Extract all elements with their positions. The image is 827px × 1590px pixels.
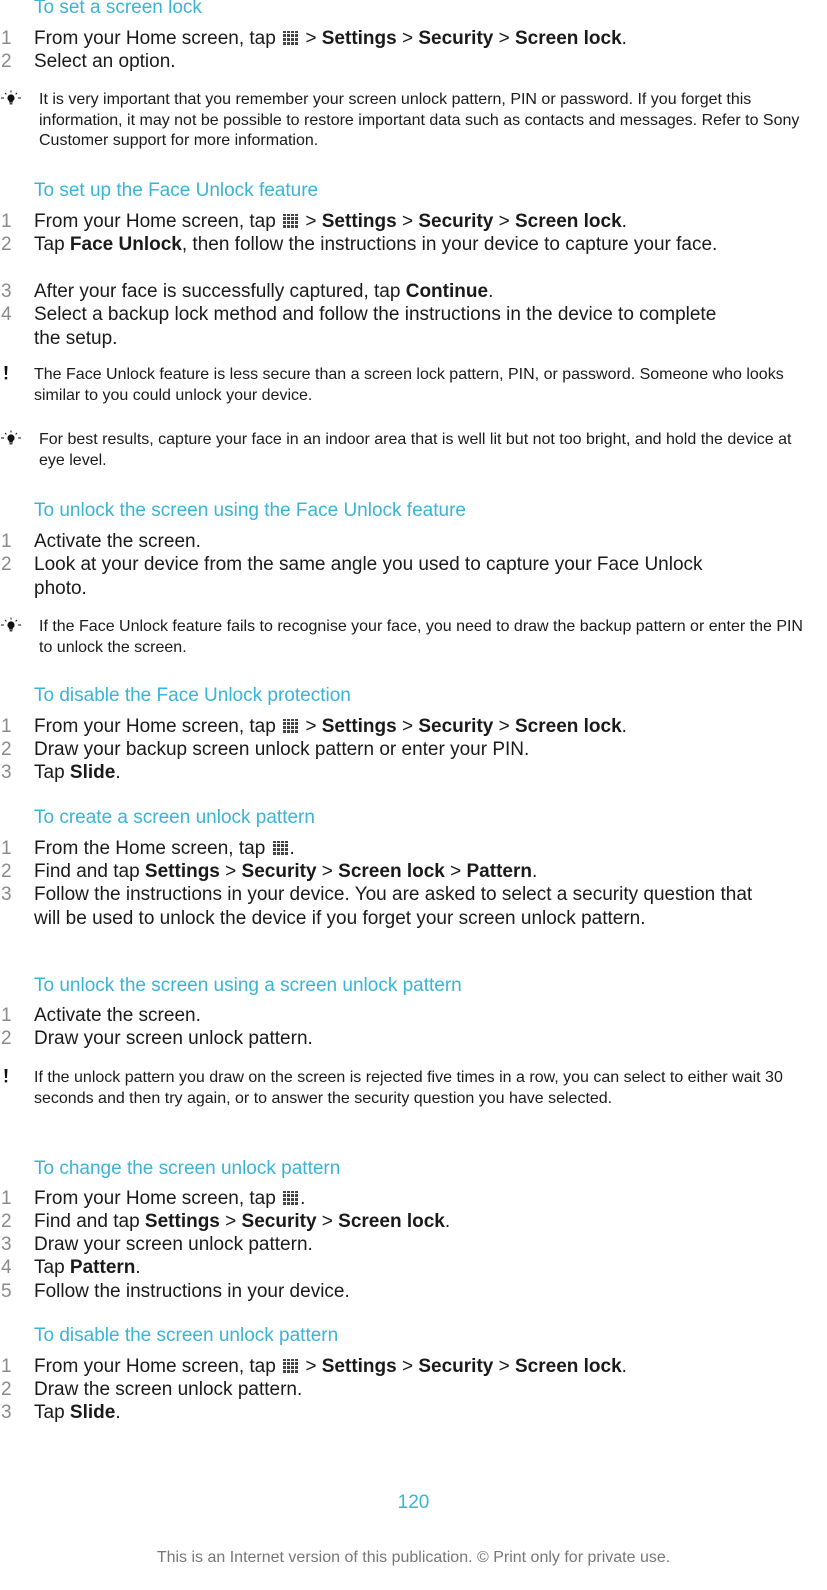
app-drawer-icon xyxy=(283,31,299,45)
ui-term: Settings xyxy=(144,1211,220,1232)
step-number: 2 xyxy=(1,554,12,575)
step-number: 3 xyxy=(1,1402,12,1423)
lightbulb-icon xyxy=(0,90,22,110)
ui-term: Screen lock xyxy=(515,211,622,232)
step-text: Follow the instructions in your device. … xyxy=(34,884,753,929)
app-drawer-icon xyxy=(272,841,288,855)
step-text: Draw your backup screen unlock pattern o… xyxy=(34,739,530,760)
ui-term: Security xyxy=(418,716,494,737)
step-text: Select a backup lock method and follow t… xyxy=(34,304,717,349)
step-number: 2 xyxy=(1,1028,12,1049)
section-heading: To set up the Face Unlock feature xyxy=(34,180,319,201)
ui-term: Security xyxy=(241,861,317,882)
note-text: The Face Unlock feature is less secure t… xyxy=(34,366,784,404)
step-text: Tap Slide. xyxy=(34,1402,121,1423)
section-heading: To change the screen unlock pattern xyxy=(34,1158,341,1179)
step-number: 5 xyxy=(1,1281,12,1302)
ui-term: Screen lock xyxy=(515,28,622,49)
exclamation-icon xyxy=(0,365,22,385)
step-number: 2 xyxy=(1,51,12,72)
step-text: From your Home screen, tap > Settings > … xyxy=(34,1356,627,1377)
step-number: 1 xyxy=(1,28,12,49)
exclamation-icon xyxy=(0,1068,22,1088)
step-text: From your Home screen, tap . xyxy=(34,1188,306,1209)
step-text: Find and tap Settings > Security > Scree… xyxy=(34,1211,451,1232)
step-number: 1 xyxy=(1,211,12,232)
step-text: Activate the screen. xyxy=(34,531,201,552)
step-number: 3 xyxy=(1,281,12,302)
footer-note: This is an Internet version of this publ… xyxy=(156,1549,671,1566)
step-text: From your Home screen, tap > Settings > … xyxy=(34,211,627,232)
step-number: 1 xyxy=(1,1005,12,1026)
step-number: 3 xyxy=(1,1234,12,1255)
step-number: 2 xyxy=(1,739,12,760)
step-text: Follow the instructions in your device. xyxy=(34,1281,350,1302)
app-drawer-icon xyxy=(283,1191,299,1205)
step-text: Tap Slide. xyxy=(34,762,121,783)
step-text: From the Home screen, tap . xyxy=(34,838,295,859)
step-text: Draw your screen unlock pattern. xyxy=(34,1028,313,1049)
ui-term: Settings xyxy=(144,861,220,882)
step-number: 3 xyxy=(1,884,12,905)
ui-term: Settings xyxy=(321,211,397,232)
section-heading: To disable the screen unlock pattern xyxy=(34,1325,339,1346)
ui-term: Pattern xyxy=(69,1257,136,1278)
step-text: Select an option. xyxy=(34,51,176,72)
section-heading: To unlock the screen using the Face Unlo… xyxy=(34,500,466,521)
step-text: Look at your device from the same angle … xyxy=(34,554,703,599)
section-heading: To set a screen lock xyxy=(34,0,202,18)
ui-term: Security xyxy=(418,28,494,49)
step-text: From your Home screen, tap > Settings > … xyxy=(34,28,627,49)
step-text: Find and tap Settings > Security > Scree… xyxy=(34,861,538,882)
ui-term: Settings xyxy=(321,716,397,737)
step-text: Tap Pattern. xyxy=(34,1257,141,1278)
ui-term: Slide xyxy=(69,1402,116,1423)
ui-term: Screen lock xyxy=(515,716,622,737)
app-drawer-icon xyxy=(283,719,299,733)
step-text: From your Home screen, tap > Settings > … xyxy=(34,716,627,737)
ui-term: Continue xyxy=(405,281,489,302)
lightbulb-icon xyxy=(0,617,22,637)
note-text: For best results, capture your face in a… xyxy=(39,431,792,469)
ui-term: Screen lock xyxy=(515,1356,622,1377)
section-heading: To disable the Face Unlock protection xyxy=(34,685,351,706)
step-number: 2 xyxy=(1,1211,12,1232)
step-number: 1 xyxy=(1,1356,12,1377)
note-text: If the Face Unlock feature fails to reco… xyxy=(39,618,803,656)
ui-term: Settings xyxy=(321,28,397,49)
step-text: Activate the screen. xyxy=(34,1005,201,1026)
step-number: 4 xyxy=(1,304,12,325)
step-number: 2 xyxy=(1,1379,12,1400)
step-number: 2 xyxy=(1,234,12,255)
step-number: 2 xyxy=(1,861,12,882)
ui-term: Screen lock xyxy=(338,1211,445,1232)
note-text: It is very important that you remember y… xyxy=(39,91,800,149)
lightbulb-icon xyxy=(0,430,22,450)
ui-term: Settings xyxy=(321,1356,397,1377)
ui-term: Slide xyxy=(69,762,116,783)
section-heading: To create a screen unlock pattern xyxy=(34,807,315,828)
step-text: Tap Face Unlock, then follow the instruc… xyxy=(34,234,718,255)
ui-term: Security xyxy=(241,1211,317,1232)
step-text: After your face is successfully captured… xyxy=(34,281,494,302)
section-heading: To unlock the screen using a screen unlo… xyxy=(34,975,462,996)
step-number: 1 xyxy=(1,1188,12,1209)
step-number: 1 xyxy=(1,531,12,552)
ui-term: Pattern xyxy=(466,861,532,882)
ui-term: Security xyxy=(418,211,494,232)
step-text: Draw your screen unlock pattern. xyxy=(34,1234,313,1255)
app-drawer-icon xyxy=(283,1359,299,1373)
ui-term: Screen lock xyxy=(338,861,445,882)
step-number: 1 xyxy=(1,716,12,737)
step-number: 1 xyxy=(1,838,12,859)
ui-term: Security xyxy=(418,1356,494,1377)
page-number: 120 xyxy=(397,1492,430,1513)
step-number: 4 xyxy=(1,1257,12,1278)
app-drawer-icon xyxy=(283,214,299,228)
note-text: If the unlock pattern you draw on the sc… xyxy=(34,1069,783,1107)
ui-term: Face Unlock xyxy=(69,234,182,255)
step-number: 3 xyxy=(1,762,12,783)
step-text: Draw the screen unlock pattern. xyxy=(34,1379,303,1400)
